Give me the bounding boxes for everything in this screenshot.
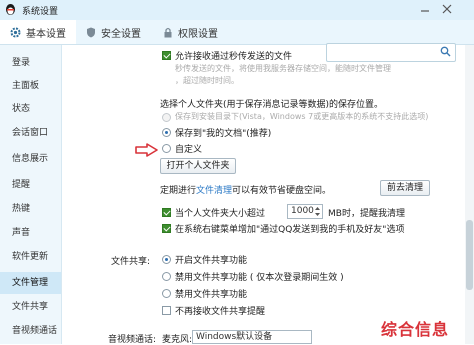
size-limit-input[interactable]: 1000 — [287, 204, 323, 219]
radio-disable-sharing-session[interactable] — [162, 272, 171, 281]
size-limit-value: 1000 — [291, 206, 314, 216]
sidebar-item-hotkeys[interactable]: 热键 — [0, 198, 61, 220]
tab-basic-settings[interactable]: 基本设置 — [0, 20, 76, 44]
show-device-checkbox[interactable] — [162, 224, 171, 233]
sidebar-item-sound[interactable]: 声音 — [0, 222, 61, 244]
allow-receive-checkbox[interactable] — [162, 51, 171, 60]
personal-folder-heading: 选择个人文件夹(用于保存消息记录等数据)的保存位置。 — [160, 100, 384, 110]
spinner-arrows-icon[interactable] — [314, 206, 321, 217]
window-title: 系统设置 — [22, 7, 59, 17]
microphone-select-value: Windows默认设备 — [196, 332, 273, 342]
radio-install-dir[interactable] — [162, 113, 171, 122]
sidebar-item-info-display[interactable]: 信息展示 — [0, 148, 61, 170]
microphone-select[interactable]: Windows默认设备 — [192, 330, 312, 344]
radio-enable-sharing-label: 开启文件共享功能 — [175, 256, 248, 266]
settings-content: 允许接收通过秒传发送的文件 秒传发送的文件，将使用我服务器存储空间，能随时文件管… — [62, 45, 462, 345]
shield-icon — [87, 27, 95, 37]
open-folder-button[interactable]: 打开个人文件夹 — [160, 158, 236, 174]
sidebar: 登录 主面板 状态 会话窗口 信息展示 提醒 热键 声音 软件更新 文件管理 文… — [0, 45, 62, 344]
annotation-arrow-icon — [135, 143, 158, 157]
size-limit-prefix: 当个人文件夹大小超过 — [175, 209, 266, 219]
allow-receive-label: 允许接收通过秒传发送的文件 — [175, 52, 293, 62]
tab-permission-settings[interactable]: 权限设置 — [163, 20, 218, 44]
scrollbar[interactable] — [465, 45, 474, 344]
allow-receive-description: 秒传发送的文件，将使用我服务器存储空间，能随时文件管理 — [175, 64, 391, 73]
sidebar-item-reminders[interactable]: 提醒 — [0, 174, 61, 196]
no-reminder-label: 不再接收文件共享提醒 — [175, 307, 266, 317]
radio-my-documents-label: 保存到"我的文档"(推荐) — [175, 129, 272, 139]
tab-label: 基本设置 — [26, 28, 66, 40]
sidebar-item-login[interactable]: 登录 — [0, 52, 61, 74]
show-device-label: 在系统右键菜单增加"通过QQ发送到我的手机及好友"选项 — [175, 225, 405, 235]
watermark: 综合信息 — [381, 320, 450, 339]
size-limit-checkbox[interactable] — [162, 208, 171, 217]
radio-custom[interactable] — [162, 144, 171, 153]
radio-my-documents[interactable] — [162, 128, 171, 137]
gear-icon — [10, 27, 21, 37]
cleanup-text-suffix: 可以有效节省硬盘空间。 — [232, 186, 332, 196]
radio-disable-sharing-session-label: 禁用文件共享功能 ( 仅本次登录期间生效 ) — [175, 273, 344, 283]
cleanup-link[interactable]: 文件清理 — [196, 186, 232, 196]
size-limit-suffix: MB时，提醒我清理 — [328, 209, 405, 219]
microphone-label: 麦克风: — [162, 335, 193, 345]
allow-receive-description-2: ，超过随时时间。 — [175, 76, 239, 85]
tab-bar: 基本设置 安全设置 权限设置 — [0, 20, 474, 62]
radio-disable-sharing[interactable] — [162, 289, 171, 298]
scrollbar-thumb[interactable] — [466, 220, 473, 290]
sidebar-item-status[interactable]: 状态 — [0, 98, 61, 120]
av-call-label: 音视频通话: — [108, 335, 157, 345]
sidebar-item-file-management[interactable]: 文件管理 — [0, 272, 61, 294]
radio-enable-sharing[interactable] — [162, 255, 171, 264]
radio-custom-label: 自定义 — [175, 145, 203, 155]
cleanup-text: 定期进行文件清理可以有效节省硬盘空间。 — [160, 183, 331, 196]
sidebar-item-av-call[interactable]: 音视频通话 — [0, 320, 61, 342]
sidebar-item-software-update[interactable]: 软件更新 — [0, 246, 61, 268]
close-icon[interactable] — [440, 3, 454, 15]
lock-icon — [164, 27, 172, 37]
minimize-icon[interactable] — [418, 3, 432, 15]
radio-install-dir-label: 保存到安装目录下(Vista，Windows 7或更高版本的系统不支持此选项) — [175, 112, 429, 121]
sidebar-item-main-panel[interactable]: 主面板 — [0, 75, 61, 97]
file-sharing-label: 文件共享: — [111, 257, 151, 267]
radio-disable-sharing-label: 禁用文件共享功能 — [175, 290, 248, 300]
sidebar-item-chat-window[interactable]: 会话窗口 — [0, 122, 61, 144]
title-bar: 系统设置 — [0, 0, 474, 20]
no-reminder-checkbox[interactable] — [162, 306, 171, 315]
tab-label: 安全设置 — [101, 28, 141, 40]
sidebar-item-file-sharing[interactable]: 文件共享 — [0, 296, 61, 318]
tab-label: 权限设置 — [178, 28, 218, 40]
cleanup-button[interactable]: 前去清理 — [380, 180, 430, 196]
cleanup-text-prefix: 定期进行 — [160, 186, 197, 196]
tab-security-settings[interactable]: 安全设置 — [86, 20, 141, 44]
qq-penguin-icon — [6, 4, 15, 15]
